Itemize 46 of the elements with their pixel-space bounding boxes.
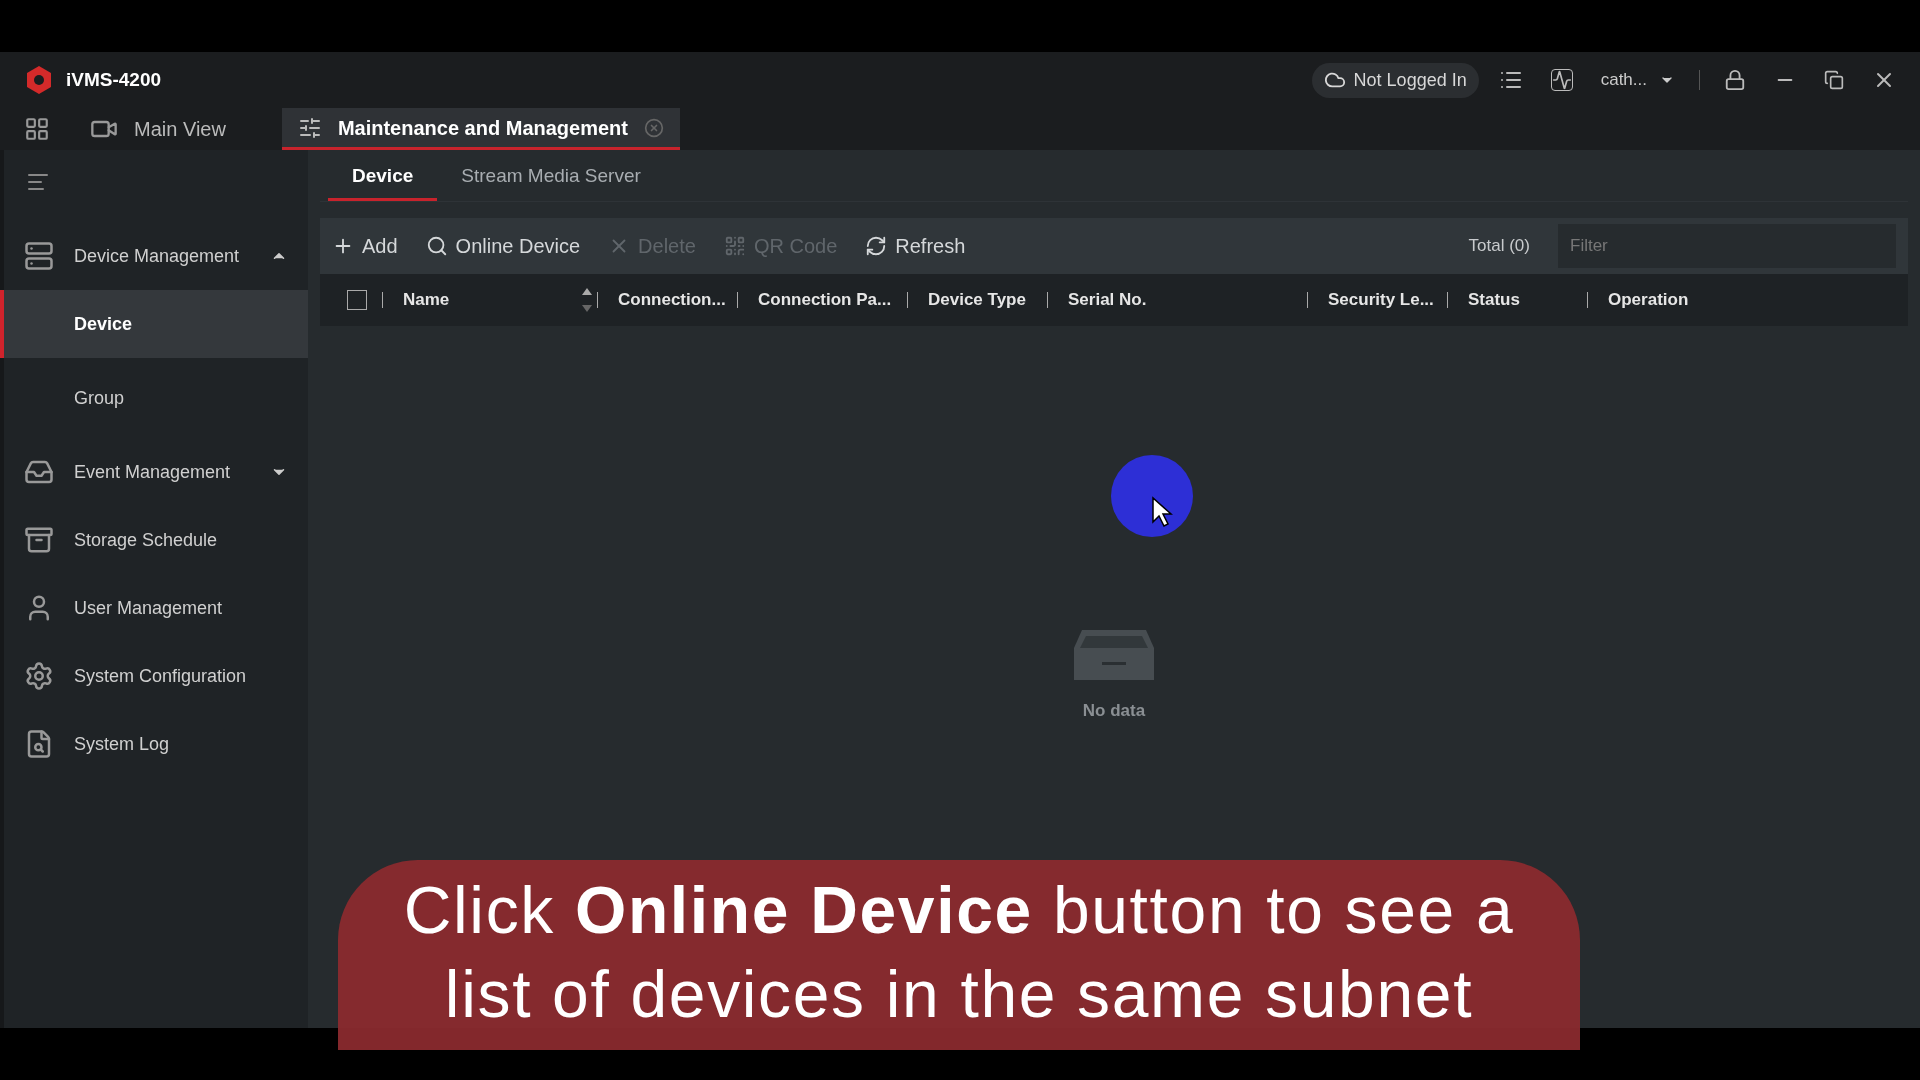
sidebar-item[interactable]: System Configuration xyxy=(4,642,308,710)
column-header[interactable]: Device Type xyxy=(928,287,1026,313)
sidebar-subitem[interactable]: Group xyxy=(4,358,308,438)
app-logo-icon xyxy=(24,65,54,95)
qr-code-icon xyxy=(723,235,746,257)
total-count: Total (0) xyxy=(1468,235,1530,258)
sliders-icon xyxy=(297,115,322,140)
toolbar-button[interactable]: Refresh xyxy=(865,231,966,261)
caption-text: list of devices in the same subnet xyxy=(444,956,1474,1033)
app-title: iVMS-4200 xyxy=(66,67,162,92)
sub-tab[interactable]: Stream Media Server xyxy=(445,161,657,201)
apps-grid-icon[interactable] xyxy=(24,116,50,142)
cloud-status-button[interactable]: Not Logged In xyxy=(1311,62,1479,98)
toolbar-button[interactable]: Online Device xyxy=(425,231,581,261)
module-tab[interactable]: Maintenance and Management xyxy=(281,108,680,150)
settings-icon xyxy=(24,661,54,691)
column-header[interactable]: Serial No. xyxy=(1068,287,1147,313)
monitor-icon[interactable] xyxy=(1550,69,1573,91)
device-icon xyxy=(24,241,54,271)
toolbar-button[interactable]: Add xyxy=(332,231,398,261)
search-icon xyxy=(425,235,448,257)
sort-icon[interactable] xyxy=(581,286,593,314)
sidebar-item[interactable]: Storage Schedule xyxy=(4,506,308,574)
sidebar-item[interactable]: Event Management xyxy=(4,438,308,506)
sidebar-subitem[interactable]: Device xyxy=(0,290,308,358)
empty-message: No data xyxy=(1082,700,1146,722)
column-header[interactable]: Connection Pa... xyxy=(758,287,892,313)
column-header[interactable]: Operation xyxy=(1608,287,1689,313)
lock-icon[interactable] xyxy=(1724,69,1746,91)
filter-field[interactable]: Filter xyxy=(1558,224,1896,268)
column-header[interactable]: Status xyxy=(1468,287,1520,313)
column-header[interactable]: Security Le... xyxy=(1328,287,1434,313)
module-tab[interactable]: Main View xyxy=(74,108,242,150)
column-header[interactable]: Connection... xyxy=(618,287,726,313)
refresh-icon xyxy=(865,235,888,257)
sidebar-item[interactable]: User Management xyxy=(4,574,308,642)
caption-text: Click Online Device button to see a xyxy=(403,872,1515,949)
sub-tab[interactable]: Device xyxy=(328,161,438,201)
user-menu[interactable]: cath... xyxy=(1600,67,1675,93)
archive-icon xyxy=(24,525,54,555)
restore-icon[interactable] xyxy=(1824,70,1844,90)
sidebar-item[interactable]: System Log xyxy=(4,710,308,778)
sidebar-item[interactable]: Device Management xyxy=(4,222,308,290)
column-header[interactable]: Name xyxy=(403,287,450,313)
select-all-checkbox[interactable] xyxy=(347,290,367,310)
cursor-highlight-icon xyxy=(1110,454,1194,538)
